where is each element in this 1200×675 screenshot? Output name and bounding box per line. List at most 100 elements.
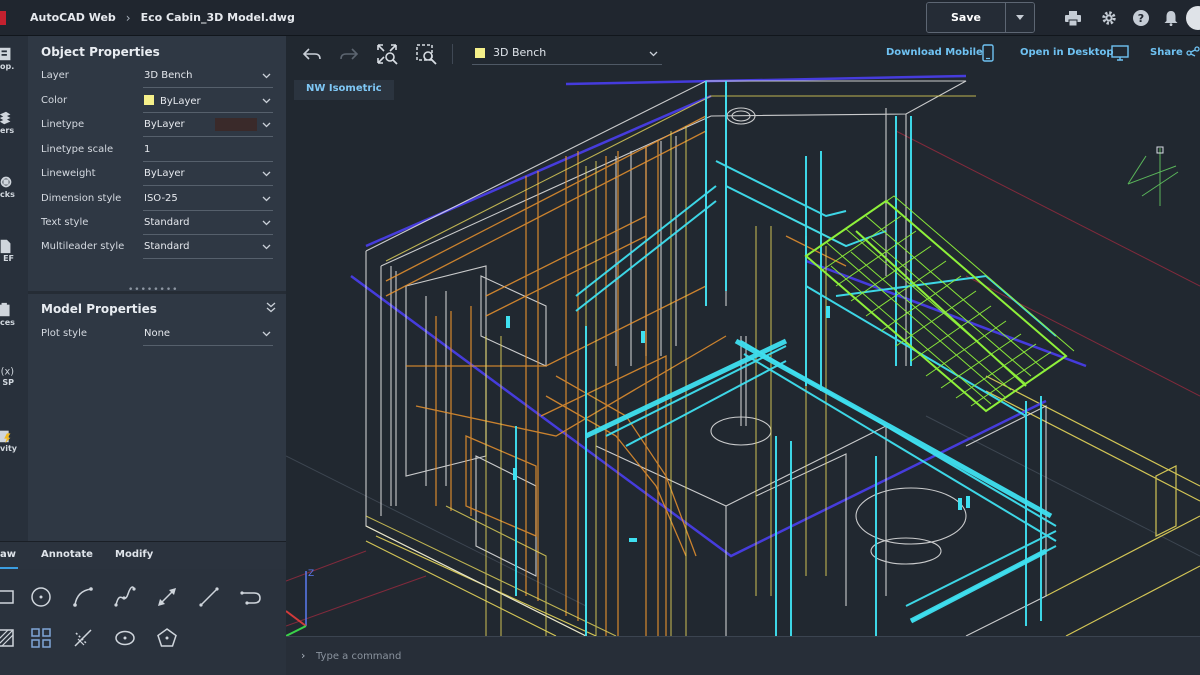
lineweight-select[interactable]: ByLayer bbox=[143, 164, 273, 186]
prop-row-plot-style: Plot style None bbox=[41, 324, 273, 346]
properties-icon bbox=[0, 47, 11, 61]
chevron-down-icon bbox=[262, 122, 271, 128]
view-cube-label[interactable]: NW Isometric bbox=[294, 80, 394, 100]
rail-item-label: cks bbox=[0, 190, 15, 199]
hatch-tool-icon[interactable] bbox=[0, 625, 18, 651]
save-button[interactable]: Save bbox=[927, 3, 1006, 32]
share-icon[interactable] bbox=[1186, 46, 1200, 60]
collapse-icon[interactable] bbox=[266, 302, 276, 314]
prop-label: Multileader style bbox=[41, 241, 125, 252]
prop-label: Layer bbox=[41, 70, 69, 81]
command-input[interactable] bbox=[316, 647, 916, 665]
prop-label: Linetype bbox=[41, 119, 85, 130]
top-bar: AutoCAD Web › Eco Cabin_3D Model.dwg Sav… bbox=[0, 0, 1200, 36]
blocks-icon bbox=[0, 176, 12, 188]
share-link[interactable]: Share bbox=[1150, 47, 1183, 58]
desktop-monitor-icon[interactable] bbox=[1111, 45, 1129, 61]
autocad-web-app: AutoCAD Web › Eco Cabin_3D Model.dwg Sav… bbox=[0, 0, 1200, 675]
app-title[interactable]: AutoCAD Web bbox=[30, 11, 116, 24]
chevron-down-icon bbox=[262, 98, 271, 104]
cabin-wireframe-model[interactable]: Z bbox=[286, 36, 1200, 636]
rail-item-properties[interactable]: op. bbox=[0, 46, 28, 71]
prop-value-text: None bbox=[144, 328, 171, 339]
rectangle-tool-icon[interactable] bbox=[0, 584, 18, 610]
prop-value-text: 1 bbox=[144, 144, 151, 155]
avatar[interactable] bbox=[1186, 6, 1200, 30]
drawing-viewport[interactable]: Z 3D Bench Download Mobile Open in Deskt… bbox=[286, 36, 1200, 636]
prop-value-text: Standard bbox=[144, 241, 190, 252]
object-properties-title: Object Properties bbox=[41, 45, 160, 59]
linetype-scale-field[interactable]: 1 bbox=[143, 140, 273, 162]
dimension-style-select[interactable]: ISO-25 bbox=[143, 189, 273, 211]
print-icon[interactable] bbox=[1064, 9, 1082, 27]
activity-icon bbox=[0, 430, 11, 444]
prop-label: Plot style bbox=[41, 328, 88, 339]
redo-icon[interactable] bbox=[338, 43, 360, 65]
save-options-button[interactable] bbox=[1006, 3, 1034, 32]
prop-value-text: ByLayer bbox=[160, 96, 201, 107]
rail-item-lisp[interactable]: (x) SP bbox=[0, 362, 28, 387]
tab-annotate[interactable]: Annotate bbox=[41, 549, 93, 560]
download-mobile-link[interactable]: Download Mobile bbox=[886, 47, 983, 58]
properties-panel: Object Properties Layer 3D Bench Color B… bbox=[28, 36, 286, 541]
text-style-select[interactable]: Standard bbox=[143, 213, 273, 235]
undo-icon[interactable] bbox=[301, 43, 323, 65]
rail-item-label: EF bbox=[3, 254, 14, 263]
prop-value-text: ISO-25 bbox=[144, 193, 178, 204]
rail-item-traces[interactable]: ces bbox=[0, 302, 28, 327]
dimension-tool-icon[interactable] bbox=[154, 584, 180, 610]
rail-item-xref[interactable]: EF bbox=[0, 238, 28, 263]
spline-tool-icon[interactable] bbox=[112, 584, 138, 610]
zoom-window-icon[interactable] bbox=[415, 43, 437, 65]
rail-item-layers[interactable]: ers bbox=[0, 110, 28, 135]
prop-value-text: 3D Bench bbox=[144, 70, 193, 81]
breadcrumb-separator: › bbox=[125, 10, 131, 25]
current-layer-select[interactable]: 3D Bench bbox=[472, 42, 662, 65]
linetype-preview bbox=[215, 118, 257, 131]
multileader-style-select[interactable]: Standard bbox=[143, 237, 273, 259]
help-icon[interactable]: ? bbox=[1132, 9, 1150, 27]
rail-item-blocks[interactable]: cks bbox=[0, 174, 28, 199]
line-tool-icon[interactable] bbox=[196, 584, 222, 610]
tool-tabs: aw Annotate Modify bbox=[0, 541, 286, 569]
chevron-down-icon bbox=[262, 331, 271, 337]
bell-icon[interactable] bbox=[1162, 9, 1180, 27]
plot-style-select[interactable]: None bbox=[143, 324, 273, 346]
polyline-tool-icon[interactable] bbox=[238, 584, 264, 610]
prop-row-lineweight: Lineweight ByLayer bbox=[41, 164, 273, 186]
rail-item-label: ces bbox=[0, 318, 15, 327]
gear-icon[interactable] bbox=[1100, 9, 1118, 27]
open-in-desktop-link[interactable]: Open in Desktop bbox=[1020, 47, 1114, 58]
panel-divider bbox=[28, 291, 286, 294]
circle-tool-icon[interactable] bbox=[28, 584, 54, 610]
layer-select[interactable]: 3D Bench bbox=[143, 66, 273, 88]
prop-label: Linetype scale bbox=[41, 144, 114, 155]
trim-tool-icon[interactable] bbox=[70, 625, 96, 651]
array-tool-icon[interactable] bbox=[28, 625, 54, 651]
chevron-down-icon bbox=[1016, 15, 1024, 20]
lisp-icon: (x) bbox=[1, 366, 14, 377]
autocad-logo[interactable] bbox=[0, 10, 6, 25]
chevron-down-icon bbox=[262, 171, 271, 177]
linetype-select[interactable]: ByLayer bbox=[143, 115, 273, 137]
current-layer-name: 3D Bench bbox=[493, 46, 547, 59]
svg-text:(x): (x) bbox=[1, 366, 14, 377]
tab-modify[interactable]: Modify bbox=[115, 549, 153, 560]
zoom-extents-icon[interactable] bbox=[376, 43, 398, 65]
prop-value-text: Standard bbox=[144, 217, 190, 228]
arc-tool-icon[interactable] bbox=[70, 584, 96, 610]
traces-icon bbox=[0, 302, 10, 317]
rail-item-activity[interactable]: vity bbox=[0, 428, 28, 453]
ellipse-tool-icon[interactable] bbox=[112, 625, 138, 651]
layer-color-swatch bbox=[475, 48, 485, 58]
tab-draw[interactable]: aw bbox=[0, 549, 16, 560]
color-select[interactable]: ByLayer bbox=[143, 91, 273, 113]
mobile-phone-icon[interactable] bbox=[982, 44, 994, 62]
viewport-toolbar: 3D Bench Download Mobile Open in Desktop… bbox=[286, 36, 1200, 71]
prop-label: Color bbox=[41, 95, 68, 106]
chevron-down-icon bbox=[649, 51, 658, 57]
chevron-down-icon bbox=[262, 220, 271, 226]
polygon-tool-icon[interactable] bbox=[154, 625, 180, 651]
chevron-down-icon bbox=[262, 73, 271, 79]
prop-row-linetype: Linetype ByLayer bbox=[41, 115, 273, 137]
